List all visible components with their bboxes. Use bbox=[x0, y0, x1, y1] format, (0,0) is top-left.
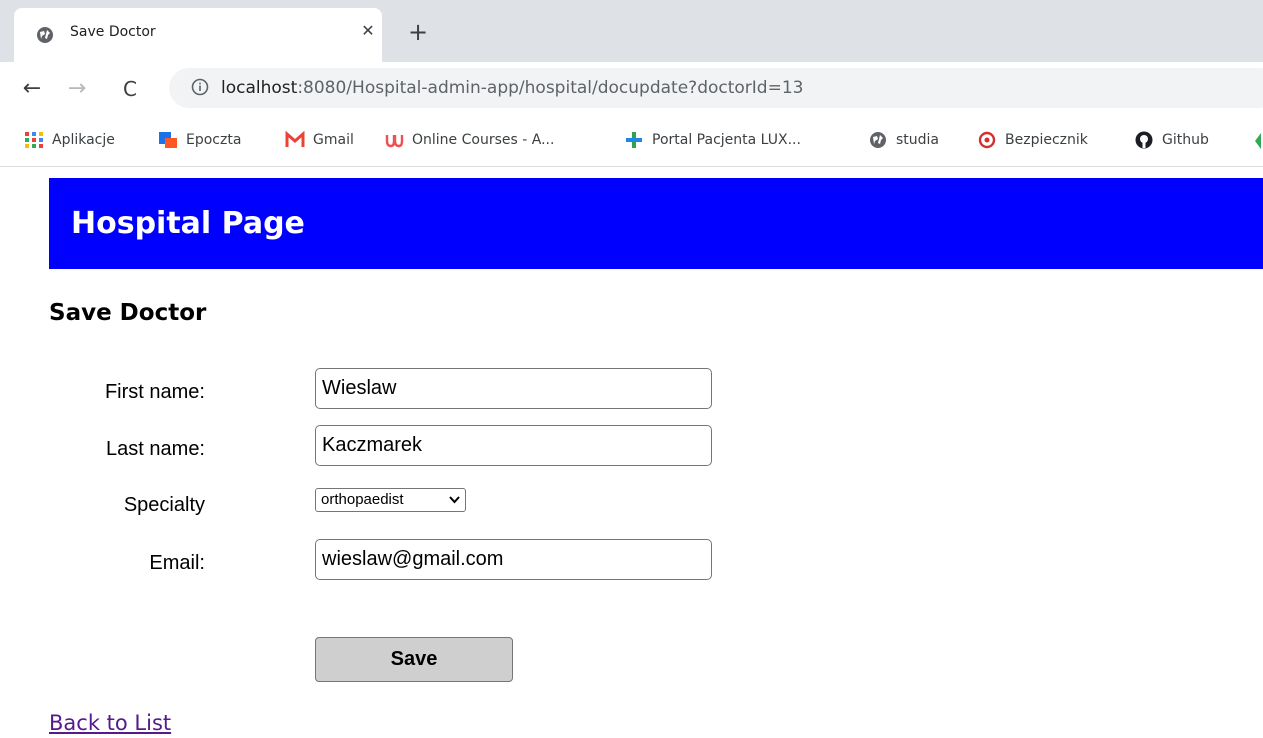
save-button[interactable]: Save bbox=[315, 637, 513, 682]
new-tab-button[interactable]: + bbox=[404, 18, 432, 46]
close-icon[interactable]: ✕ bbox=[357, 20, 379, 42]
bookmark-label: Bezpiecznik bbox=[1005, 132, 1088, 148]
active-tab[interactable]: Save Doctor ✕ bbox=[14, 8, 382, 62]
specialty-selected-value: orthopaedist bbox=[321, 491, 404, 508]
chevron-down-icon bbox=[449, 489, 460, 518]
reload-icon[interactable]: C bbox=[116, 75, 144, 103]
first-name-input[interactable] bbox=[315, 368, 712, 409]
back-arrow-icon[interactable]: ← bbox=[18, 75, 46, 103]
url-path: :8080/Hospital-admin-app/hospital/docupd… bbox=[297, 78, 804, 98]
globe-icon bbox=[36, 26, 54, 44]
specialty-label: Specialty bbox=[123, 494, 205, 516]
banner-title: Hospital Page bbox=[71, 206, 305, 241]
header-banner: Hospital Page bbox=[49, 178, 1263, 269]
bookmark-studia[interactable]: studia bbox=[868, 131, 939, 151]
bezpiecznik-icon bbox=[977, 131, 997, 149]
specialty-select[interactable]: orthopaedist bbox=[315, 488, 466, 512]
page-content: Hospital Page Save Doctor First name: La… bbox=[0, 167, 1263, 738]
bookmarks-bar: Aplikacje Epoczta Gmail Online Courses -… bbox=[0, 116, 1263, 167]
last-name-label: Last name: bbox=[106, 438, 205, 460]
bookmark-label: Portal Pacjenta LUX... bbox=[652, 132, 801, 148]
bookmark-overflow-icon[interactable] bbox=[1251, 132, 1263, 150]
github-icon bbox=[1134, 131, 1154, 149]
back-to-list-link[interactable]: Back to List bbox=[49, 711, 171, 735]
bookmark-epoczta[interactable]: Epoczta bbox=[158, 131, 241, 151]
apps-grid-icon bbox=[24, 131, 44, 149]
bookmark-github[interactable]: Github bbox=[1134, 131, 1209, 151]
browser-toolbar: ← → C localhost:8080/Hospital-admin-app/… bbox=[0, 62, 1263, 116]
udemy-icon bbox=[384, 131, 404, 149]
bookmark-label: Gmail bbox=[313, 132, 354, 148]
gmail-icon bbox=[285, 130, 305, 149]
tab-strip: Save Doctor ✕ + bbox=[0, 0, 1263, 62]
forward-arrow-icon[interactable]: → bbox=[63, 75, 91, 103]
info-icon[interactable] bbox=[191, 78, 209, 96]
email-label: Email: bbox=[149, 552, 205, 574]
bookmark-portal-pacjenta[interactable]: Portal Pacjenta LUX... bbox=[624, 131, 801, 151]
page-title: Save Doctor bbox=[49, 300, 207, 326]
epoczta-icon bbox=[158, 131, 178, 149]
bookmark-label: Epoczta bbox=[186, 132, 242, 148]
bookmark-gmail[interactable]: Gmail bbox=[285, 130, 354, 151]
luxmed-icon bbox=[624, 131, 644, 149]
address-bar[interactable]: localhost:8080/Hospital-admin-app/hospit… bbox=[169, 68, 1263, 108]
bookmark-aplikacje[interactable]: Aplikacje bbox=[24, 131, 115, 151]
url-text: localhost:8080/Hospital-admin-app/hospit… bbox=[221, 78, 803, 98]
bookmark-bezpiecznik[interactable]: Bezpiecznik bbox=[977, 131, 1088, 151]
first-name-label: First name: bbox=[104, 381, 205, 403]
bookmark-label: Aplikacje bbox=[52, 132, 115, 148]
url-host: localhost bbox=[221, 78, 298, 98]
bookmark-online-courses[interactable]: Online Courses - A... bbox=[384, 131, 554, 151]
last-name-input[interactable] bbox=[315, 425, 712, 466]
globe-icon bbox=[868, 131, 888, 149]
bookmark-label: Github bbox=[1162, 132, 1209, 148]
email-input[interactable] bbox=[315, 539, 712, 580]
bookmark-label: Online Courses - A... bbox=[412, 132, 555, 148]
tab-title: Save Doctor bbox=[70, 24, 156, 40]
bookmark-label: studia bbox=[896, 132, 940, 148]
